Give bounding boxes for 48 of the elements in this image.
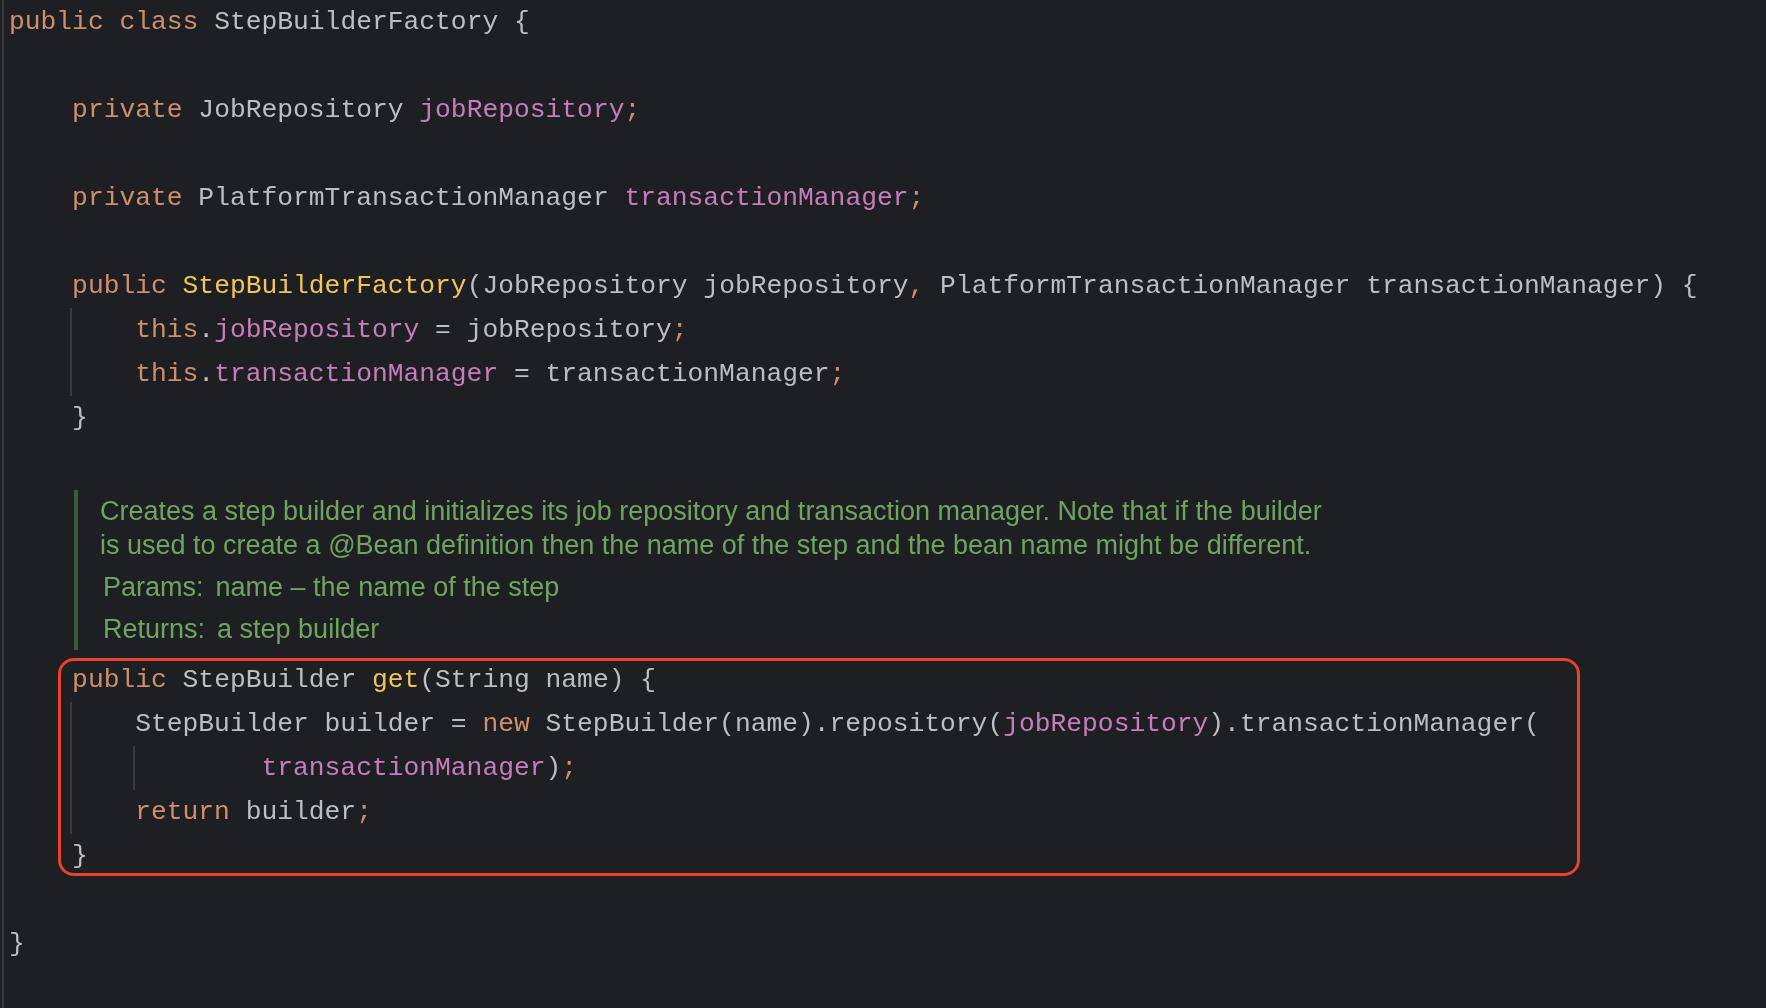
doc-tag-text: name – the name of the step — [215, 571, 560, 604]
punctuation: ; — [624, 95, 641, 125]
code-text: ).transactionManager( — [1208, 709, 1540, 739]
keyword: public class — [9, 7, 200, 37]
code-text: = transactionManager — [512, 359, 830, 389]
field-name: transactionManager — [624, 183, 909, 213]
keyword: public — [72, 271, 168, 301]
code-text: PlatformTransactionManager — [198, 183, 610, 213]
punctuation: ; — [561, 753, 578, 783]
field-name: jobRepository — [419, 95, 625, 125]
code-text: ) — [545, 753, 562, 783]
code-text: } — [9, 929, 25, 959]
code-text: (String name) { — [419, 665, 656, 695]
keyword: private — [72, 95, 184, 125]
code-text: StepBuilder — [182, 665, 358, 695]
code-text: StepBuilder(name).repository( — [545, 709, 1004, 739]
field-name: jobRepository — [1003, 709, 1209, 739]
keyword: return — [135, 797, 231, 827]
field-name: jobRepository — [214, 315, 420, 345]
method-name: StepBuilderFactory — [182, 271, 467, 301]
field-name: transactionManager — [214, 359, 499, 389]
code-text: (JobRepository jobRepository — [466, 271, 909, 301]
field-name: transactionManager — [261, 753, 546, 783]
punctuation: ; — [908, 183, 925, 213]
keyword: this — [135, 359, 199, 389]
keyword: this — [135, 315, 199, 345]
doc-tag-label: Params: — [103, 571, 204, 604]
code-text: = jobRepository — [434, 315, 672, 345]
code-text: JobRepository — [198, 95, 405, 125]
punctuation: , — [908, 271, 926, 301]
doc-tag-text: a step builder — [217, 613, 380, 646]
keyword: public — [72, 665, 168, 695]
keyword: private — [72, 183, 184, 213]
doc-tag-label: Returns: — [103, 613, 206, 646]
code-text: StepBuilderFactory { — [214, 7, 530, 37]
code-text: builder — [245, 797, 357, 827]
code-text: StepBuilder builder = — [135, 709, 468, 739]
punctuation: ; — [829, 359, 846, 389]
punctuation: ; — [671, 315, 688, 345]
code-text: } — [72, 403, 88, 433]
code-text: PlatformTransactionManager transactionManager) { — [940, 271, 1698, 301]
keyword: new — [482, 709, 531, 739]
punctuation: ; — [356, 797, 372, 827]
doc-description: Creates a step builder and initializes its job repository and transaction manager. Note that if the builder is used to create a @Bean definition then the name of the step and the bean name might be different. — [100, 495, 1323, 562]
code-text: . — [198, 315, 215, 345]
code-text: } — [72, 841, 88, 871]
code-text: . — [198, 359, 215, 389]
method-name: get — [371, 665, 420, 695]
